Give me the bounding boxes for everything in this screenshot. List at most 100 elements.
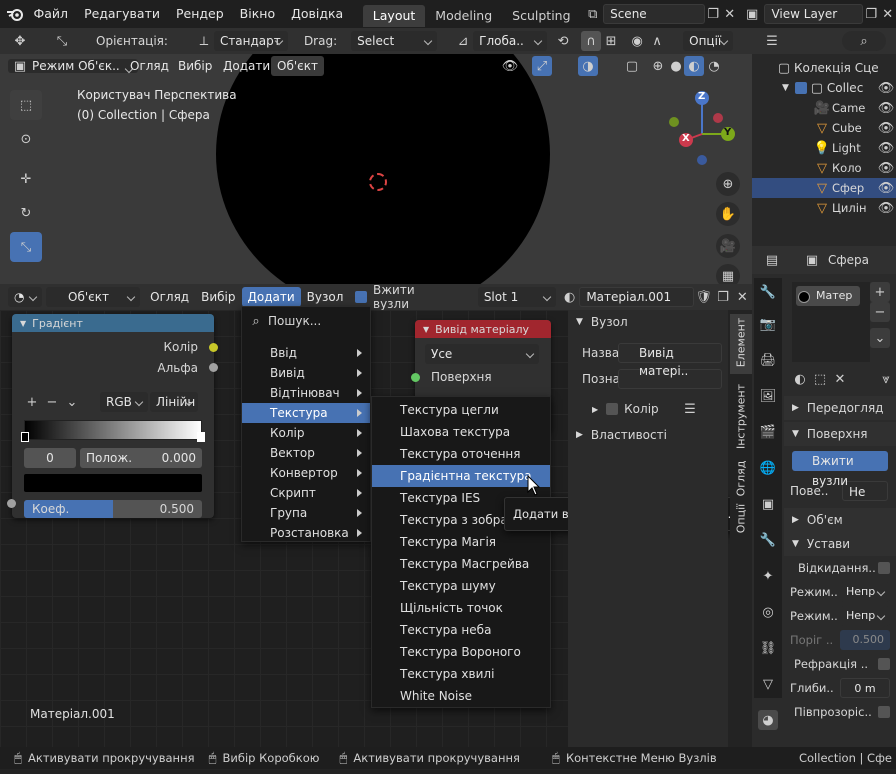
proportional-edit-icon[interactable]: ◉: [627, 31, 647, 51]
unlink-material-icon[interactable]: ✕: [733, 287, 752, 307]
outliner-row[interactable]: ▽ Цилін 👁: [752, 198, 896, 218]
ortho-grid-icon[interactable]: ▦: [716, 264, 740, 284]
snap-icon[interactable]: ∩: [581, 31, 602, 51]
world-tab-icon[interactable]: 🌐: [758, 458, 778, 478]
node-properties-panel[interactable]: Властивості: [591, 428, 667, 442]
new-scene-icon[interactable]: ❐: [705, 4, 722, 24]
pivot-icon[interactable]: ⟲: [553, 31, 573, 51]
transform-orientation-dropdown[interactable]: Глоба..: [473, 31, 548, 51]
menu-object[interactable]: Об'єкт: [271, 56, 324, 76]
ramp-stop-left[interactable]: [21, 432, 29, 442]
view-layer-field[interactable]: View Layer: [764, 4, 863, 24]
visibility-icon[interactable]: 👁: [876, 198, 896, 218]
add-menu-item[interactable]: Вивід: [242, 363, 370, 383]
add-menu-search[interactable]: Пошук...: [268, 314, 321, 328]
interpolation-dropdown[interactable]: Лінійн: [150, 392, 198, 412]
blend-mode-dropdown[interactable]: Непр: [840, 582, 890, 602]
visibility-icon[interactable]: 👁: [876, 98, 896, 118]
volume-panel[interactable]: Об'єм: [807, 513, 843, 527]
color-ramp-node[interactable]: ▼ Градієнт Колір Альфа + − ⌄ RGB Лінійн 0…: [12, 314, 214, 518]
snap-target-icon[interactable]: ⊞: [601, 31, 621, 51]
outliner-row[interactable]: ▽ Коло 👁: [752, 158, 896, 178]
texture-menu-item[interactable]: Текстура оточення: [372, 443, 550, 465]
texture-menu-item[interactable]: White Noise: [372, 685, 550, 707]
scene-field[interactable]: Scene: [603, 4, 705, 24]
node-menu-select[interactable]: Вибір: [195, 287, 241, 307]
menu-window[interactable]: Вікно: [232, 0, 283, 28]
texture-menu-item[interactable]: Щільність точок: [372, 597, 550, 619]
material-tab-icon[interactable]: ◕: [758, 710, 778, 730]
particles-tab-icon[interactable]: ✦: [758, 566, 778, 586]
add-menu-item[interactable]: Розстановка: [242, 523, 370, 543]
slot-dropdown[interactable]: Slot 1: [477, 287, 556, 307]
material-shading-icon[interactable]: ◐: [684, 56, 704, 76]
add-stop-icon[interactable]: +: [22, 392, 42, 412]
options-dropdown[interactable]: Опції: [683, 31, 734, 51]
add-menu-item[interactable]: Конвертор: [242, 463, 370, 483]
color-output-socket[interactable]: [209, 343, 218, 352]
filter-search-icon[interactable]: ⌕: [842, 31, 886, 51]
tab-modeling[interactable]: Modeling: [425, 5, 502, 27]
node-panel-title[interactable]: Вузол: [591, 315, 628, 329]
data-tab-icon[interactable]: ▽: [758, 674, 778, 694]
add-menu-item[interactable]: Вектор: [242, 443, 370, 463]
factor-slider[interactable]: Коеф. 0.500: [24, 500, 202, 518]
collection-checkbox[interactable]: [794, 82, 807, 94]
menu-add[interactable]: Додати: [217, 56, 276, 76]
material-shader-icon[interactable]: ⩔: [876, 369, 896, 389]
outliner-row[interactable]: ▽ Сфер 👁: [752, 178, 896, 198]
outliner-row[interactable]: ▽ Cube 👁: [752, 118, 896, 138]
add-menu-item[interactable]: Скрипт: [242, 483, 370, 503]
preview-panel[interactable]: Передогляд: [807, 401, 884, 415]
scene-collection-label[interactable]: Колекція Сце: [794, 61, 879, 75]
3d-cursor[interactable]: [369, 173, 387, 191]
material-link-icon[interactable]: ⬚: [810, 369, 830, 389]
color-ramp-bar[interactable]: [21, 420, 205, 442]
node-menu-add[interactable]: Додати: [241, 287, 301, 307]
close-scene-icon[interactable]: ✕: [721, 4, 738, 24]
stop-position-field[interactable]: Полож. 0.000: [80, 448, 202, 468]
rotate-icon[interactable]: ↻: [10, 198, 42, 228]
texture-menu-item[interactable]: Текстура Магія: [372, 531, 550, 553]
shadow-mode-dropdown[interactable]: Непр: [840, 606, 890, 626]
orientation-dropdown[interactable]: Стандарт: [213, 31, 288, 51]
overlay-icon[interactable]: ◑: [578, 56, 598, 76]
tab-sculpting[interactable]: Sculpting: [502, 5, 580, 27]
output-tab-icon[interactable]: 🖨: [758, 350, 778, 370]
tab-tool-label[interactable]: Інструмент: [735, 382, 748, 452]
use-nodes-checkbox[interactable]: [355, 291, 367, 303]
material-browse-icon-2[interactable]: ◐: [560, 287, 579, 307]
blender-logo-icon[interactable]: [4, 4, 26, 24]
tab-layout[interactable]: Layout: [362, 4, 426, 27]
ramp-menu-icon[interactable]: ⌄: [62, 392, 82, 412]
menu-help[interactable]: Довідка: [283, 0, 351, 28]
gizmo-toggle-icon[interactable]: ⤢: [532, 56, 552, 76]
camera-view-icon[interactable]: 🎥: [716, 234, 740, 258]
menu-select[interactable]: Вибір: [172, 56, 218, 76]
refraction-checkbox[interactable]: [878, 658, 890, 670]
collection-label[interactable]: Collec: [827, 81, 863, 95]
3d-viewport[interactable]: Режим Об'єк.. ▣ Огляд Вибір Додати Об'єк…: [0, 54, 752, 284]
use-nodes-button[interactable]: Вжити вузли: [792, 451, 888, 488]
drag-dropdown[interactable]: Select Box: [351, 31, 438, 68]
render-tab-icon[interactable]: 📷: [758, 314, 778, 334]
texture-menu-item[interactable]: Шахова текстура: [372, 421, 550, 443]
alpha-output-socket[interactable]: [209, 363, 218, 372]
outliner-row[interactable]: 💡 Light 👁: [752, 138, 896, 158]
texture-menu-item[interactable]: Градієнтна текстура: [372, 465, 550, 487]
outliner-editor-icon[interactable]: ☰: [762, 31, 782, 51]
backface-culling-checkbox[interactable]: [878, 562, 890, 574]
material-unlink-icon[interactable]: ✕: [830, 369, 850, 389]
remove-slot-icon[interactable]: −: [870, 302, 890, 322]
add-menu-item[interactable]: Група: [242, 503, 370, 523]
slot-menu-icon[interactable]: ⌄: [870, 328, 890, 348]
texture-menu-item[interactable]: Текстура Вороного: [372, 641, 550, 663]
material-browse-icon[interactable]: ◐: [790, 369, 810, 389]
move-icon[interactable]: ✛: [10, 164, 42, 194]
add-slot-icon[interactable]: +: [870, 282, 890, 302]
output-target-dropdown[interactable]: Усе: [425, 344, 539, 364]
zoom-icon[interactable]: ⊕: [716, 172, 740, 196]
texture-menu-item[interactable]: Текстура Масгрейва: [372, 553, 550, 575]
add-menu-item[interactable]: Відтінювач: [242, 383, 370, 403]
falloff-icon[interactable]: ∧: [647, 31, 667, 51]
